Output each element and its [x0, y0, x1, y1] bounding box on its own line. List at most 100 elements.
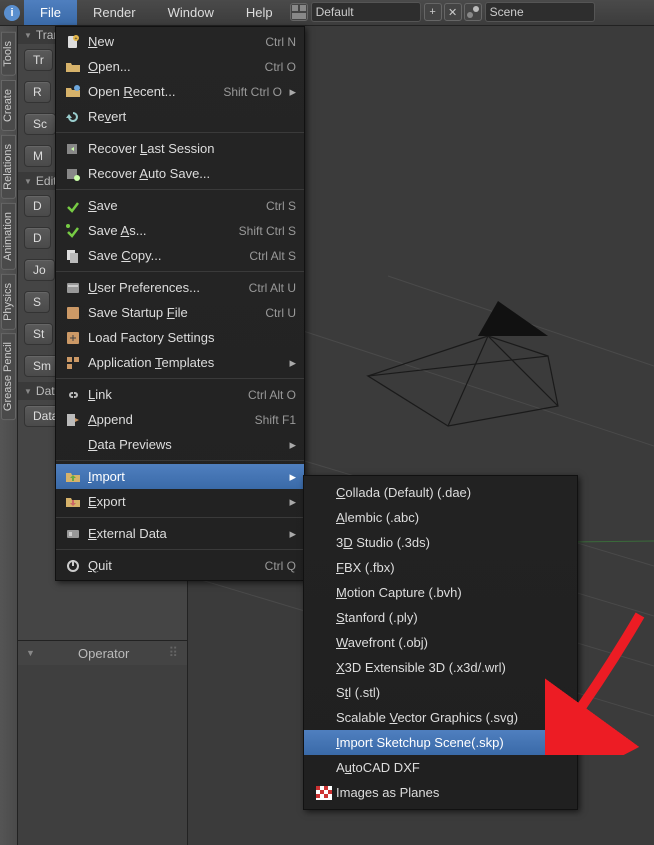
- operator-panel-header[interactable]: Operator ⠿: [18, 641, 187, 665]
- si-x3d-label: X3D Extensible 3D (.x3d/.wrl): [336, 660, 506, 675]
- si-wavefront[interactable]: Wavefront (.obj): [304, 630, 577, 655]
- si-collada[interactable]: Collada (Default) (.dae): [304, 480, 577, 505]
- mi-save[interactable]: Save Ctrl S: [56, 193, 304, 218]
- menu-separator: [56, 517, 304, 518]
- tab-tools[interactable]: Tools: [1, 32, 16, 76]
- tab-physics[interactable]: Physics: [1, 274, 16, 330]
- shading-button[interactable]: St: [24, 323, 53, 345]
- import-icon: [64, 469, 82, 485]
- scene-field[interactable]: [485, 2, 595, 22]
- si-collada-label: Collada (Default) (.dae): [336, 485, 471, 500]
- mi-recover-last-label: Recover Last Session: [88, 141, 296, 156]
- mi-user-prefs[interactable]: User Preferences... Ctrl Alt U: [56, 275, 304, 300]
- save-icon: [64, 198, 82, 214]
- mi-save-copy-shortcut: Ctrl Alt S: [249, 249, 296, 263]
- si-x3d[interactable]: X3D Extensible 3D (.x3d/.wrl): [304, 655, 577, 680]
- mi-revert[interactable]: Revert: [56, 104, 304, 129]
- mi-append[interactable]: Append Shift F1: [56, 407, 304, 432]
- mi-new-shortcut: Ctrl N: [265, 35, 296, 49]
- tab-grease-pencil[interactable]: Grease Pencil: [1, 333, 16, 420]
- mi-recover-auto-label: Recover Auto Save...: [88, 166, 296, 181]
- si-3ds[interactable]: 3D Studio (.3ds): [304, 530, 577, 555]
- tab-relations[interactable]: Relations: [1, 135, 16, 199]
- si-bvh[interactable]: Motion Capture (.bvh): [304, 580, 577, 605]
- mi-save-copy-label: Save Copy...: [88, 248, 249, 263]
- join-button[interactable]: Jo: [24, 259, 55, 281]
- operator-panel: Operator ⠿: [18, 640, 187, 845]
- menu-render[interactable]: Render: [77, 0, 152, 25]
- rotate-button[interactable]: R: [24, 81, 51, 103]
- mi-save-startup-shortcut: Ctrl U: [265, 306, 296, 320]
- scale-button[interactable]: Sc: [24, 113, 56, 135]
- grip-icon[interactable]: ⠿: [168, 645, 179, 661]
- mi-link[interactable]: Link Ctrl Alt O: [56, 382, 304, 407]
- si-svg-label: Scalable Vector Graphics (.svg): [336, 710, 518, 725]
- set-origin-button[interactable]: S: [24, 291, 50, 313]
- si-svg[interactable]: Scalable Vector Graphics (.svg): [304, 705, 577, 730]
- mi-external-data[interactable]: External Data ▸: [56, 521, 304, 546]
- top-menu-bar: i File Render Window Help + ✕: [0, 0, 654, 26]
- screen-layout-input[interactable]: [316, 5, 416, 19]
- mi-open-recent-label: Open Recent...: [88, 84, 223, 99]
- new-file-icon: +: [64, 34, 82, 50]
- si-fbx[interactable]: FBX (.fbx): [304, 555, 577, 580]
- si-alembic[interactable]: Alembic (.abc): [304, 505, 577, 530]
- mi-recover-auto[interactable]: Recover Auto Save...: [56, 161, 304, 186]
- mi-save-copy[interactable]: Save Copy... Ctrl Alt S: [56, 243, 304, 268]
- mi-save-startup[interactable]: Save Startup File Ctrl U: [56, 300, 304, 325]
- menu-file[interactable]: File: [24, 0, 77, 25]
- tool-shelf-tabs: Tools Create Relations Animation Physics…: [0, 26, 18, 845]
- si-stl[interactable]: Stl (.stl): [304, 680, 577, 705]
- mi-save-shortcut: Ctrl S: [266, 199, 296, 213]
- mi-quit[interactable]: Quit Ctrl Q: [56, 553, 304, 578]
- mi-import[interactable]: Import ▸: [56, 464, 304, 489]
- mi-open-label: Open...: [88, 59, 265, 74]
- si-sketchup[interactable]: Import Sketchup Scene(.skp): [304, 730, 577, 755]
- mi-user-prefs-shortcut: Ctrl Alt U: [249, 281, 296, 295]
- mi-load-factory[interactable]: Load Factory Settings: [56, 325, 304, 350]
- tab-animation[interactable]: Animation: [1, 203, 16, 270]
- menu-separator: [56, 378, 304, 379]
- mi-app-templates[interactable]: Application Templates ▸: [56, 350, 304, 375]
- translate-button[interactable]: Tr: [24, 49, 53, 71]
- si-images-planes[interactable]: Images as Planes: [304, 780, 577, 805]
- submenu-arrow-icon: ▸: [286, 355, 296, 371]
- delete-screen-button[interactable]: ✕: [444, 3, 462, 21]
- mi-revert-label: Revert: [88, 109, 296, 124]
- blank-icon: [64, 437, 82, 453]
- menu-help[interactable]: Help: [230, 0, 289, 25]
- revert-icon: [64, 109, 82, 125]
- mi-recover-last[interactable]: Recover Last Session: [56, 136, 304, 161]
- info-icon[interactable]: i: [0, 0, 24, 25]
- si-bvh-label: Motion Capture (.bvh): [336, 585, 462, 600]
- screen-layout-field[interactable]: [311, 2, 421, 22]
- mi-quit-shortcut: Ctrl Q: [265, 559, 296, 573]
- menu-window[interactable]: Window: [152, 0, 230, 25]
- mi-open-recent[interactable]: Open Recent... Shift Ctrl O ▸: [56, 79, 304, 104]
- add-screen-button[interactable]: +: [424, 3, 442, 21]
- si-3ds-label: 3D Studio (.3ds): [336, 535, 430, 550]
- si-alembic-label: Alembic (.abc): [336, 510, 419, 525]
- mi-open[interactable]: Open... Ctrl O: [56, 54, 304, 79]
- scene-browse-icon[interactable]: [464, 3, 482, 21]
- import-submenu: Collada (Default) (.dae) Alembic (.abc) …: [303, 475, 578, 810]
- si-stl-label: Stl (.stl): [336, 685, 380, 700]
- save-as-icon: [64, 223, 82, 239]
- tab-create[interactable]: Create: [1, 80, 16, 131]
- mi-export[interactable]: Export ▸: [56, 489, 304, 514]
- mi-save-as[interactable]: Save As... Shift Ctrl S: [56, 218, 304, 243]
- submenu-arrow-icon: ▸: [286, 494, 296, 510]
- mi-data-previews[interactable]: Data Previews ▸: [56, 432, 304, 457]
- menu-separator: [56, 132, 304, 133]
- si-stanford[interactable]: Stanford (.ply): [304, 605, 577, 630]
- screen-layout-browse-icon[interactable]: [290, 3, 308, 21]
- recover-auto-icon: [64, 166, 82, 182]
- si-autocad[interactable]: AutoCAD DXF: [304, 755, 577, 780]
- mi-link-shortcut: Ctrl Alt O: [248, 388, 296, 402]
- mirror-button[interactable]: M: [24, 145, 52, 167]
- duplicate-button[interactable]: D: [24, 195, 51, 217]
- delete-button[interactable]: D: [24, 227, 51, 249]
- mi-export-label: Export: [88, 494, 282, 509]
- scene-input[interactable]: [490, 5, 590, 19]
- mi-new[interactable]: + New Ctrl N: [56, 29, 304, 54]
